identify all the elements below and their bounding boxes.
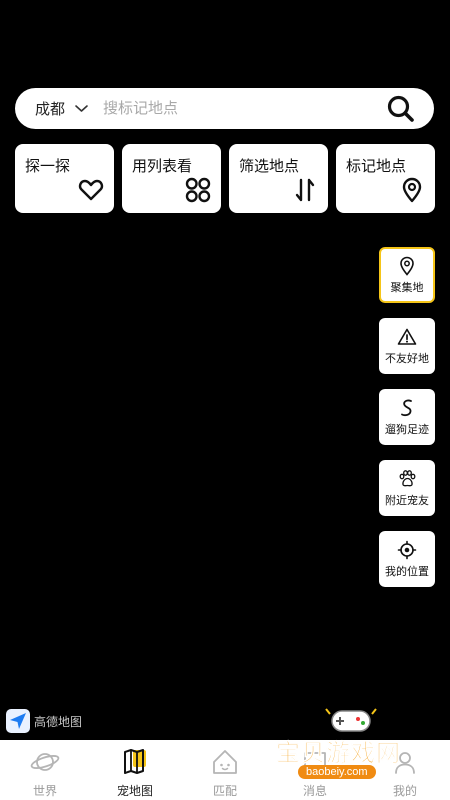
map-attribution-text: 高德地图 (34, 714, 83, 729)
gathering-place-label: 聚集地 (390, 281, 424, 294)
nav-label-me: 我的 (392, 784, 417, 798)
nav-item-pet-map[interactable]: 宠地图 (90, 740, 180, 800)
unfriendly-place-label: 不友好地 (385, 352, 429, 365)
match-house-icon (210, 748, 240, 776)
unfriendly-place-button[interactable]: 不友好地 (379, 318, 435, 374)
warning-icon (397, 327, 417, 347)
profile-icon (390, 748, 420, 776)
nav-label-pet-map: 宠地图 (116, 784, 153, 798)
dog-walk-trail-label: 遛狗足迹 (385, 423, 429, 436)
mark-place-card-label: 标记地点 (346, 158, 407, 175)
nearby-pet-friends-button[interactable]: 附近宠友 (379, 460, 435, 516)
nav-item-messages[interactable]: 消息 (270, 740, 360, 800)
explore-card-label: 探一探 (25, 158, 71, 175)
message-icon (300, 748, 330, 776)
city-selector[interactable]: 成都 (35, 98, 65, 119)
planet-icon (30, 748, 60, 776)
list-view-card-label: 用列表看 (132, 158, 193, 175)
heart-icon (78, 177, 104, 203)
bottom-nav: 世界 宠地图 匹配 消息 我的 (0, 740, 450, 800)
paw-icon (397, 469, 417, 489)
search-icon[interactable] (386, 94, 416, 124)
mark-place-card[interactable]: 标记地点 (336, 144, 435, 213)
list-view-card[interactable]: 用列表看 (122, 144, 221, 213)
search-input[interactable] (103, 100, 364, 117)
filter-places-card[interactable]: 筛选地点 (229, 144, 328, 213)
dog-walk-trail-button[interactable]: 遛狗足迹 (379, 389, 435, 445)
gathering-place-button[interactable]: 聚集地 (379, 247, 435, 303)
nav-item-world[interactable]: 世界 (0, 740, 90, 800)
crosshair-icon (397, 540, 417, 560)
nav-label-messages: 消息 (302, 784, 327, 798)
path-icon (397, 398, 417, 418)
my-location-label: 我的位置 (385, 565, 429, 578)
nav-label-world: 世界 (32, 784, 57, 798)
chevron-down-icon[interactable] (74, 101, 89, 116)
map-book-icon (120, 748, 150, 776)
nearby-pet-friends-label: 附近宠友 (385, 494, 429, 507)
grid-icon (185, 177, 211, 203)
nav-item-me[interactable]: 我的 (360, 740, 450, 800)
location-pin-icon (399, 177, 425, 203)
explore-card[interactable]: 探一探 (15, 144, 114, 213)
my-location-button[interactable]: 我的位置 (379, 531, 435, 587)
nav-label-match: 匹配 (212, 784, 237, 798)
location-pin-icon (397, 256, 417, 276)
sort-arrows-icon (292, 177, 318, 203)
navigation-arrow-icon (6, 709, 30, 733)
search-bar: 成都 (15, 88, 434, 129)
map-attribution: 高德地图 (6, 709, 82, 733)
nav-item-match[interactable]: 匹配 (180, 740, 270, 800)
filter-places-card-label: 筛选地点 (239, 158, 300, 175)
